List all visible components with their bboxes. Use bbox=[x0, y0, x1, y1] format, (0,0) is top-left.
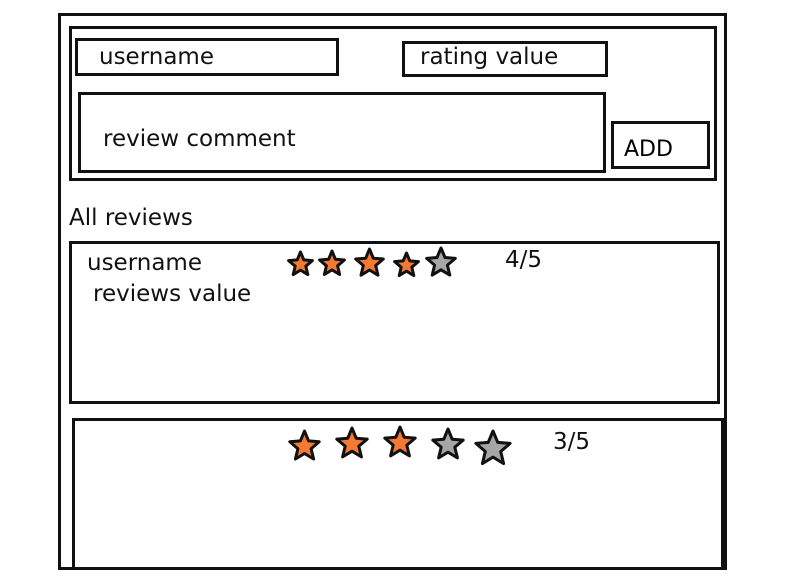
star-filled-icon bbox=[287, 250, 314, 277]
username-input[interactable]: username bbox=[75, 38, 339, 76]
star-empty-icon bbox=[431, 427, 465, 460]
rating-input[interactable]: rating value bbox=[402, 41, 608, 77]
review-card: username reviews value 4/5 bbox=[69, 241, 720, 404]
star-empty-icon bbox=[425, 246, 457, 277]
star-filled-icon bbox=[288, 429, 321, 461]
add-button-label: ADD bbox=[624, 137, 673, 162]
review-value: reviews value bbox=[93, 281, 252, 307]
review-comment-input[interactable]: review comment bbox=[78, 92, 606, 173]
rating-placeholder: rating value bbox=[420, 44, 559, 70]
star-filled-icon bbox=[393, 251, 420, 278]
review-score: 4/5 bbox=[505, 247, 543, 273]
username-placeholder: username bbox=[99, 44, 214, 70]
review-card: 3/5 bbox=[72, 418, 724, 570]
review-username: username bbox=[87, 250, 202, 276]
star-filled-icon bbox=[335, 426, 369, 459]
star-filled-icon bbox=[318, 249, 346, 276]
star-filled-icon bbox=[354, 247, 385, 277]
review-comment-placeholder: review comment bbox=[103, 126, 296, 152]
review-score: 3/5 bbox=[553, 429, 591, 455]
star-empty-icon bbox=[474, 429, 512, 466]
star-filled-icon bbox=[383, 425, 417, 458]
add-review-button[interactable]: ADD bbox=[611, 121, 710, 169]
all-reviews-heading: All reviews bbox=[69, 205, 193, 231]
